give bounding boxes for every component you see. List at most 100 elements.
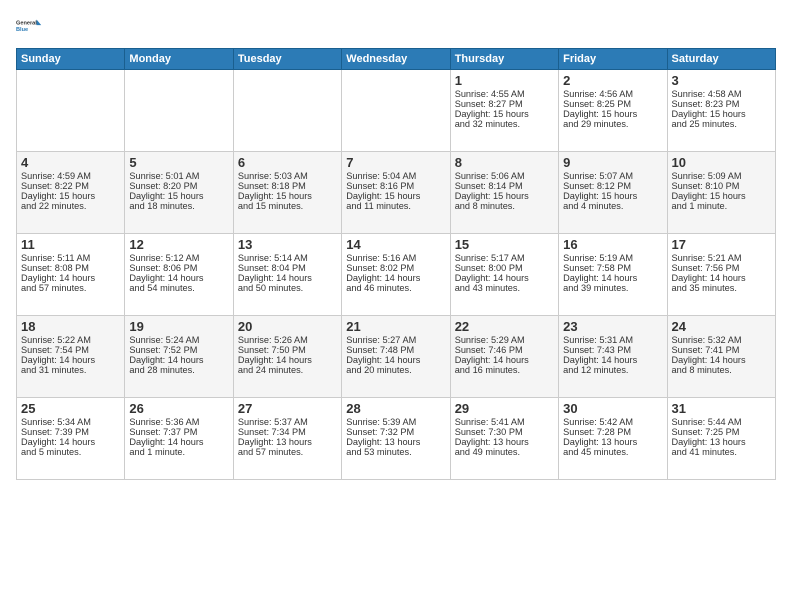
day-cell: 5Sunrise: 5:01 AMSunset: 8:20 PMDaylight… <box>125 152 233 234</box>
day-info: Sunset: 7:48 PM <box>346 345 445 355</box>
calendar-table: SundayMondayTuesdayWednesdayThursdayFrid… <box>16 48 776 480</box>
day-info: Sunset: 7:39 PM <box>21 427 120 437</box>
day-number: 7 <box>346 155 445 170</box>
header: GeneralBlue <box>16 12 776 40</box>
day-info: Sunrise: 5:22 AM <box>21 335 120 345</box>
day-info: Daylight: 14 hours <box>129 355 228 365</box>
day-cell: 14Sunrise: 5:16 AMSunset: 8:02 PMDayligh… <box>342 234 450 316</box>
day-header-sunday: Sunday <box>17 49 125 70</box>
day-info: Daylight: 15 hours <box>346 191 445 201</box>
day-number: 25 <box>21 401 120 416</box>
day-info: Sunrise: 5:03 AM <box>238 171 337 181</box>
day-number: 27 <box>238 401 337 416</box>
day-number: 18 <box>21 319 120 334</box>
day-info: and 50 minutes. <box>238 283 337 293</box>
day-info: Sunset: 7:52 PM <box>129 345 228 355</box>
day-info: and 5 minutes. <box>21 447 120 457</box>
day-number: 2 <box>563 73 662 88</box>
day-info: Sunset: 7:50 PM <box>238 345 337 355</box>
day-info: Sunset: 8:10 PM <box>672 181 771 191</box>
day-number: 8 <box>455 155 554 170</box>
day-info: Daylight: 13 hours <box>346 437 445 447</box>
day-info: and 16 minutes. <box>455 365 554 375</box>
day-info: Sunset: 8:18 PM <box>238 181 337 191</box>
day-number: 16 <box>563 237 662 252</box>
day-cell <box>125 70 233 152</box>
day-number: 15 <box>455 237 554 252</box>
day-number: 9 <box>563 155 662 170</box>
day-info: and 22 minutes. <box>21 201 120 211</box>
day-info: and 25 minutes. <box>672 119 771 129</box>
day-info: and 11 minutes. <box>346 201 445 211</box>
day-cell: 18Sunrise: 5:22 AMSunset: 7:54 PMDayligh… <box>17 316 125 398</box>
day-info: Sunset: 8:06 PM <box>129 263 228 273</box>
day-header-friday: Friday <box>559 49 667 70</box>
day-cell: 19Sunrise: 5:24 AMSunset: 7:52 PMDayligh… <box>125 316 233 398</box>
day-info: Sunset: 8:12 PM <box>563 181 662 191</box>
day-number: 28 <box>346 401 445 416</box>
day-info: Sunrise: 5:01 AM <box>129 171 228 181</box>
day-cell <box>342 70 450 152</box>
day-cell <box>233 70 341 152</box>
day-info: and 15 minutes. <box>238 201 337 211</box>
week-row-3: 11Sunrise: 5:11 AMSunset: 8:08 PMDayligh… <box>17 234 776 316</box>
day-info: Sunset: 7:58 PM <box>563 263 662 273</box>
day-info: Sunset: 7:30 PM <box>455 427 554 437</box>
day-info: Daylight: 14 hours <box>21 437 120 447</box>
day-cell: 24Sunrise: 5:32 AMSunset: 7:41 PMDayligh… <box>667 316 775 398</box>
day-number: 22 <box>455 319 554 334</box>
day-number: 14 <box>346 237 445 252</box>
day-info: Daylight: 14 hours <box>238 273 337 283</box>
day-info: and 41 minutes. <box>672 447 771 457</box>
day-info: Daylight: 14 hours <box>672 273 771 283</box>
day-info: Sunset: 7:41 PM <box>672 345 771 355</box>
day-info: Sunset: 7:46 PM <box>455 345 554 355</box>
day-info: Sunset: 8:16 PM <box>346 181 445 191</box>
day-info: and 24 minutes. <box>238 365 337 375</box>
day-info: Sunrise: 5:07 AM <box>563 171 662 181</box>
day-info: and 46 minutes. <box>346 283 445 293</box>
day-info: Sunrise: 5:04 AM <box>346 171 445 181</box>
svg-text:Blue: Blue <box>16 27 28 33</box>
day-info: Daylight: 15 hours <box>238 191 337 201</box>
day-cell: 8Sunrise: 5:06 AMSunset: 8:14 PMDaylight… <box>450 152 558 234</box>
day-cell: 11Sunrise: 5:11 AMSunset: 8:08 PMDayligh… <box>17 234 125 316</box>
day-info: Sunrise: 4:58 AM <box>672 89 771 99</box>
day-cell: 20Sunrise: 5:26 AMSunset: 7:50 PMDayligh… <box>233 316 341 398</box>
day-cell: 30Sunrise: 5:42 AMSunset: 7:28 PMDayligh… <box>559 398 667 480</box>
day-info: Sunset: 8:22 PM <box>21 181 120 191</box>
day-info: Sunset: 7:34 PM <box>238 427 337 437</box>
day-cell: 15Sunrise: 5:17 AMSunset: 8:00 PMDayligh… <box>450 234 558 316</box>
day-number: 30 <box>563 401 662 416</box>
day-info: Sunset: 7:56 PM <box>672 263 771 273</box>
day-info: Sunset: 7:32 PM <box>346 427 445 437</box>
day-number: 6 <box>238 155 337 170</box>
day-info: and 53 minutes. <box>346 447 445 457</box>
day-info: Daylight: 13 hours <box>672 437 771 447</box>
day-info: Sunrise: 4:59 AM <box>21 171 120 181</box>
day-info: and 43 minutes. <box>455 283 554 293</box>
day-cell: 23Sunrise: 5:31 AMSunset: 7:43 PMDayligh… <box>559 316 667 398</box>
day-info: Daylight: 15 hours <box>563 109 662 119</box>
day-info: and 32 minutes. <box>455 119 554 129</box>
day-header-monday: Monday <box>125 49 233 70</box>
day-number: 5 <box>129 155 228 170</box>
day-info: and 4 minutes. <box>563 201 662 211</box>
day-info: Daylight: 15 hours <box>129 191 228 201</box>
week-row-4: 18Sunrise: 5:22 AMSunset: 7:54 PMDayligh… <box>17 316 776 398</box>
day-info: Daylight: 14 hours <box>129 437 228 447</box>
day-info: Sunrise: 5:34 AM <box>21 417 120 427</box>
day-info: Daylight: 14 hours <box>238 355 337 365</box>
day-info: Daylight: 14 hours <box>672 355 771 365</box>
day-cell: 4Sunrise: 4:59 AMSunset: 8:22 PMDaylight… <box>17 152 125 234</box>
day-cell <box>17 70 125 152</box>
day-info: and 49 minutes. <box>455 447 554 457</box>
day-info: Sunrise: 5:44 AM <box>672 417 771 427</box>
day-info: and 54 minutes. <box>129 283 228 293</box>
day-number: 10 <box>672 155 771 170</box>
day-cell: 10Sunrise: 5:09 AMSunset: 8:10 PMDayligh… <box>667 152 775 234</box>
day-cell: 2Sunrise: 4:56 AMSunset: 8:25 PMDaylight… <box>559 70 667 152</box>
day-info: Sunset: 7:25 PM <box>672 427 771 437</box>
day-number: 29 <box>455 401 554 416</box>
day-info: Sunrise: 5:12 AM <box>129 253 228 263</box>
